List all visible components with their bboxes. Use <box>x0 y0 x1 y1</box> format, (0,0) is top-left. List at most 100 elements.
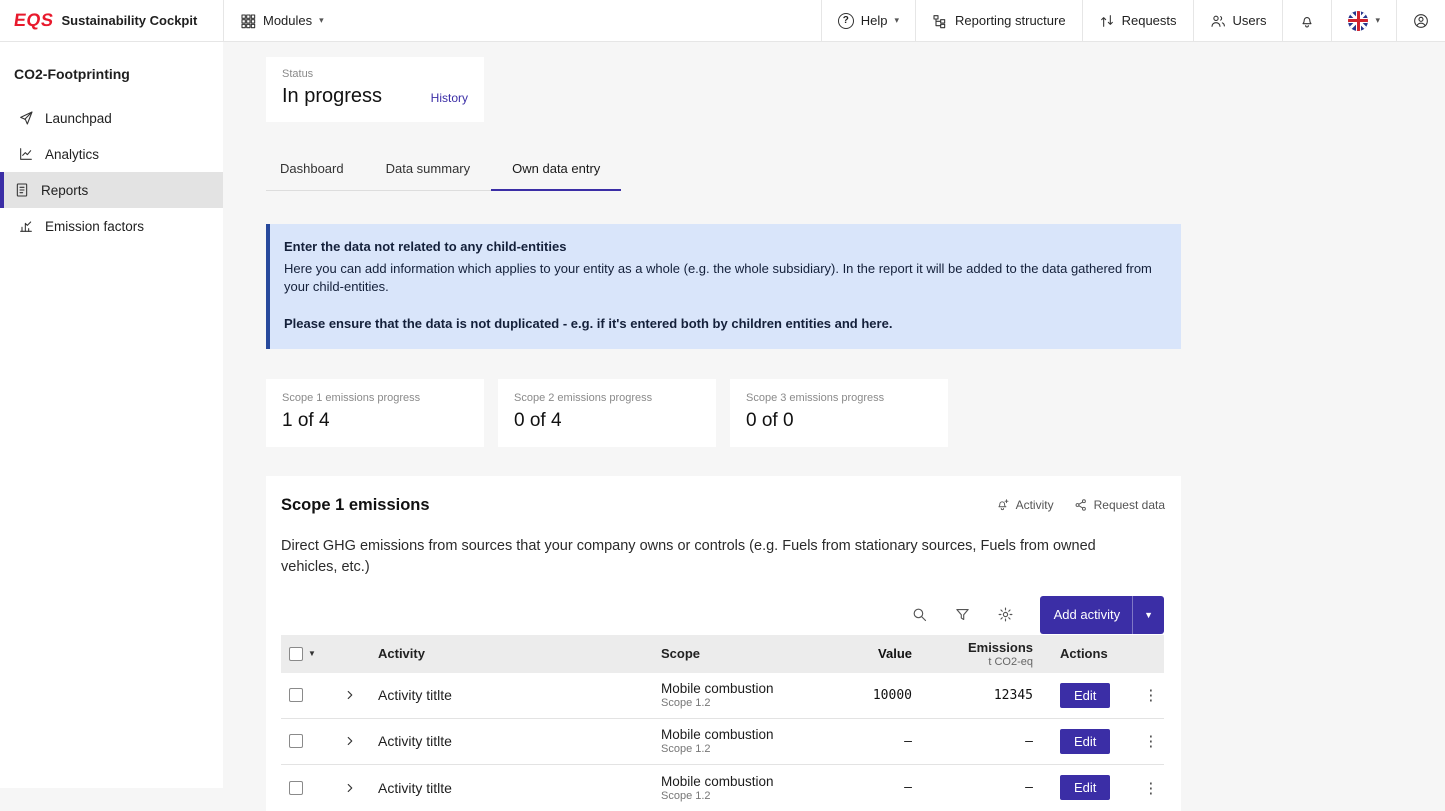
section-title: Scope 1 emissions <box>281 496 430 515</box>
select-dropdown-icon[interactable]: ▼ <box>308 649 316 658</box>
help-icon: ? <box>838 13 854 29</box>
modules-menu[interactable]: Modules ▾ <box>223 0 340 41</box>
users-label: Users <box>1233 13 1267 28</box>
status-label: Status <box>282 68 468 80</box>
kebab-menu-icon[interactable]: ⋮ <box>1143 686 1158 704</box>
request-data-link-label: Request data <box>1094 498 1165 512</box>
chevron-right-icon[interactable] <box>343 688 357 702</box>
help-menu[interactable]: ? Help ▾ <box>821 0 915 41</box>
table-toolbar: Add activity ▼ <box>281 595 1164 635</box>
info-box-note: Please ensure that the data is not dupli… <box>284 315 1163 333</box>
send-icon <box>1074 498 1088 512</box>
table-row: Activity titlte Mobile combustion Scope … <box>281 673 1164 719</box>
info-box-body: Here you can add information which appli… <box>284 260 1163 296</box>
language-selector[interactable]: ▾ <box>1331 0 1396 41</box>
reporting-structure-label: Reporting structure <box>955 13 1066 28</box>
status-card: Status In progress History <box>266 57 484 122</box>
requests-label: Requests <box>1122 13 1177 28</box>
cell-activity: Activity titlte <box>378 733 661 749</box>
chevron-right-icon[interactable] <box>343 734 357 748</box>
progress-label: Scope 1 emissions progress <box>282 392 468 404</box>
chart-icon <box>18 146 34 162</box>
brand-name: Sustainability Cockpit <box>62 13 198 28</box>
chevron-down-icon: ▾ <box>1375 15 1380 26</box>
notifications-button[interactable] <box>1282 0 1331 41</box>
add-activity-label: Add activity <box>1040 607 1132 622</box>
progress-label: Scope 3 emissions progress <box>746 392 932 404</box>
edit-button[interactable]: Edit <box>1060 683 1110 708</box>
account-menu[interactable] <box>1396 0 1445 41</box>
cell-scope-sub: Scope 1.2 <box>661 697 824 709</box>
sidebar-item-emission-factors[interactable]: Emission factors <box>0 208 223 244</box>
cell-emissions: 12345 <box>912 688 1033 703</box>
header-actions: Actions <box>1033 646 1164 661</box>
gear-icon[interactable] <box>997 606 1014 623</box>
search-icon[interactable] <box>911 606 928 623</box>
tab-dashboard[interactable]: Dashboard <box>266 155 365 191</box>
table-header-row: ▼ Activity Scope Value Emissions t CO2-e… <box>281 635 1164 673</box>
report-icon <box>14 182 30 198</box>
info-box-title: Enter the data not related to any child-… <box>284 238 1163 256</box>
cell-scope-sub: Scope 1.2 <box>661 790 824 802</box>
cell-scope: Mobile combustion Scope 1.2 <box>661 681 824 709</box>
chevron-down-icon[interactable]: ▼ <box>1133 610 1164 620</box>
rocket-icon <box>18 110 34 126</box>
main-area: Status In progress History Dashboard Dat… <box>223 42 1445 788</box>
add-activity-button[interactable]: Add activity ▼ <box>1040 596 1164 634</box>
chevron-down-icon: ▾ <box>895 15 900 26</box>
users-link[interactable]: Users <box>1193 0 1283 41</box>
topbar-spacer <box>340 0 821 41</box>
section-description: Direct GHG emissions from sources that y… <box>281 536 1143 578</box>
brand: EQS Sustainability Cockpit <box>0 0 223 41</box>
sidebar-item-analytics[interactable]: Analytics <box>0 136 223 172</box>
header-activity: Activity <box>378 646 661 661</box>
cell-emissions: – <box>912 734 1033 749</box>
sidebar-item-label: Analytics <box>45 147 99 162</box>
kebab-menu-icon[interactable]: ⋮ <box>1143 732 1158 750</box>
header-value: Value <box>824 646 912 661</box>
cell-value: – <box>824 734 912 749</box>
select-all-checkbox[interactable] <box>289 647 303 661</box>
edit-button[interactable]: Edit <box>1060 729 1110 754</box>
progress-cards: Scope 1 emissions progress 1 of 4 Scope … <box>266 379 1181 447</box>
request-data-link[interactable]: Request data <box>1074 498 1165 512</box>
row-checkbox[interactable] <box>289 688 303 702</box>
modules-grid-icon <box>240 13 256 29</box>
uk-flag-icon <box>1348 11 1368 31</box>
help-label: Help <box>861 13 888 28</box>
sidebar-item-launchpad[interactable]: Launchpad <box>0 100 223 136</box>
filter-icon[interactable] <box>954 606 971 623</box>
account-icon <box>1413 13 1429 29</box>
users-icon <box>1210 13 1226 29</box>
tab-data-summary[interactable]: Data summary <box>365 155 492 191</box>
cell-scope: Mobile combustion Scope 1.2 <box>661 727 824 755</box>
scope3-progress-card: Scope 3 emissions progress 0 of 0 <box>730 379 948 447</box>
sidebar-item-reports[interactable]: Reports <box>0 172 223 208</box>
activity-link-label: Activity <box>1016 498 1054 512</box>
status-value: In progress <box>282 85 382 108</box>
progress-value: 0 of 4 <box>514 410 700 432</box>
header-emissions: Emissions t CO2-eq <box>912 640 1033 668</box>
cell-activity: Activity titlte <box>378 687 661 703</box>
requests-link[interactable]: Requests <box>1082 0 1193 41</box>
activities-table: Add activity ▼ ▼ Activity Scope Value <box>281 595 1164 811</box>
hierarchy-icon <box>932 13 948 29</box>
sidebar-item-label: Emission factors <box>45 219 144 234</box>
activity-link[interactable]: Activity <box>996 498 1054 512</box>
reporting-structure-link[interactable]: Reporting structure <box>915 0 1082 41</box>
header-emissions-unit: t CO2-eq <box>912 656 1033 668</box>
row-checkbox[interactable] <box>289 734 303 748</box>
sidebar-item-label: Launchpad <box>45 111 112 126</box>
eqs-logo: EQS <box>13 10 55 31</box>
progress-value: 0 of 0 <box>746 410 932 432</box>
scope1-progress-card: Scope 1 emissions progress 1 of 4 <box>266 379 484 447</box>
progress-label: Scope 2 emissions progress <box>514 392 700 404</box>
bell-plus-icon <box>996 498 1010 512</box>
table-row: Activity titlte Mobile combustion Scope … <box>281 719 1164 765</box>
chevron-down-icon: ▾ <box>319 15 324 26</box>
tab-own-data-entry[interactable]: Own data entry <box>491 155 621 191</box>
requests-exchange-icon <box>1099 13 1115 29</box>
scope2-progress-card: Scope 2 emissions progress 0 of 4 <box>498 379 716 447</box>
header-scope: Scope <box>661 646 824 661</box>
history-link[interactable]: History <box>431 91 468 105</box>
